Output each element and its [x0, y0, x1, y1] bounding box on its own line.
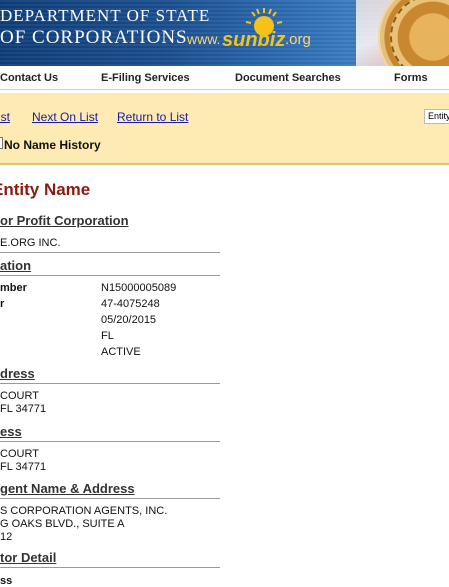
registered-agent-name: S CORPORATION AGENTS, INC. [0, 505, 168, 517]
page-title: Entity Name [0, 180, 91, 199]
section-divider [0, 383, 220, 384]
state-value: FL [101, 330, 114, 342]
principal-address-heading: dress [0, 366, 35, 381]
top-nav: Contact Us E-Filing Services Document Se… [0, 66, 449, 90]
no-name-history-label: No Name History [4, 138, 101, 152]
no-name-history-checkbox[interactable] [0, 137, 3, 149]
fei-number-value: 47-4075248 [101, 298, 160, 310]
svg-text:www.: www. [186, 31, 220, 47]
header-banner: DEPARTMENT OF STATE OF CORPORATIONS www.… [0, 0, 449, 66]
nav-forms[interactable]: Forms [394, 72, 428, 84]
corporation-type-heading: or Profit Corporation [0, 213, 129, 228]
section-divider [0, 498, 220, 499]
officer-address-label: ss [0, 575, 13, 587]
section-divider [0, 441, 220, 442]
document-number-label: mber [0, 282, 27, 294]
document-number-value: N15000005089 [101, 282, 177, 294]
corporation-name: E.ORG INC. [0, 237, 61, 249]
nav-efiling-services[interactable]: E-Filing Services [101, 72, 190, 84]
filing-information-heading: ation [0, 258, 32, 273]
fei-number-label: r [0, 298, 5, 310]
department-title: DEPARTMENT OF STATE [0, 6, 211, 25]
mailing-address-line1: COURT [0, 448, 39, 460]
nav-contact-us[interactable]: Contact Us [0, 72, 58, 84]
mailing-address-line2: FL 34771 [0, 461, 47, 473]
division-title: OF CORPORATIONS [0, 27, 188, 48]
previous-on-list-link[interactable]: ist [0, 110, 10, 124]
section-divider [0, 252, 220, 253]
sunbiz-logo[interactable]: www. sunbiz .org [182, 6, 332, 62]
principal-address-line1: COURT [0, 390, 39, 402]
state-seal-icon [378, 0, 449, 66]
section-divider [0, 275, 220, 276]
svg-text:.org: .org [285, 31, 311, 48]
officer-detail-heading: tor Detail [0, 550, 57, 565]
registered-agent-heading: gent Name & Address [0, 481, 135, 496]
entity-name-search-button[interactable]: Entity [424, 109, 449, 124]
svg-text:sunbiz: sunbiz [222, 29, 285, 51]
registered-agent-address-line2: 12 [0, 531, 13, 543]
nav-document-searches[interactable]: Document Searches [235, 72, 341, 84]
principal-address-line2: FL 34771 [0, 403, 47, 415]
mailing-address-heading: ess [0, 424, 22, 439]
section-divider [0, 567, 220, 568]
detail-controls-bar: ist Next On List Return to List Entity N… [0, 93, 449, 165]
return-to-list-link[interactable]: Return to List [117, 110, 188, 124]
date-filed-value: 05/20/2015 [101, 314, 157, 326]
seal-ring [390, 0, 449, 66]
registered-agent-address-line1: G OAKS BLVD., SUITE A [0, 518, 125, 530]
status-value: ACTIVE [101, 346, 141, 358]
next-on-list-link[interactable]: Next On List [32, 110, 98, 124]
